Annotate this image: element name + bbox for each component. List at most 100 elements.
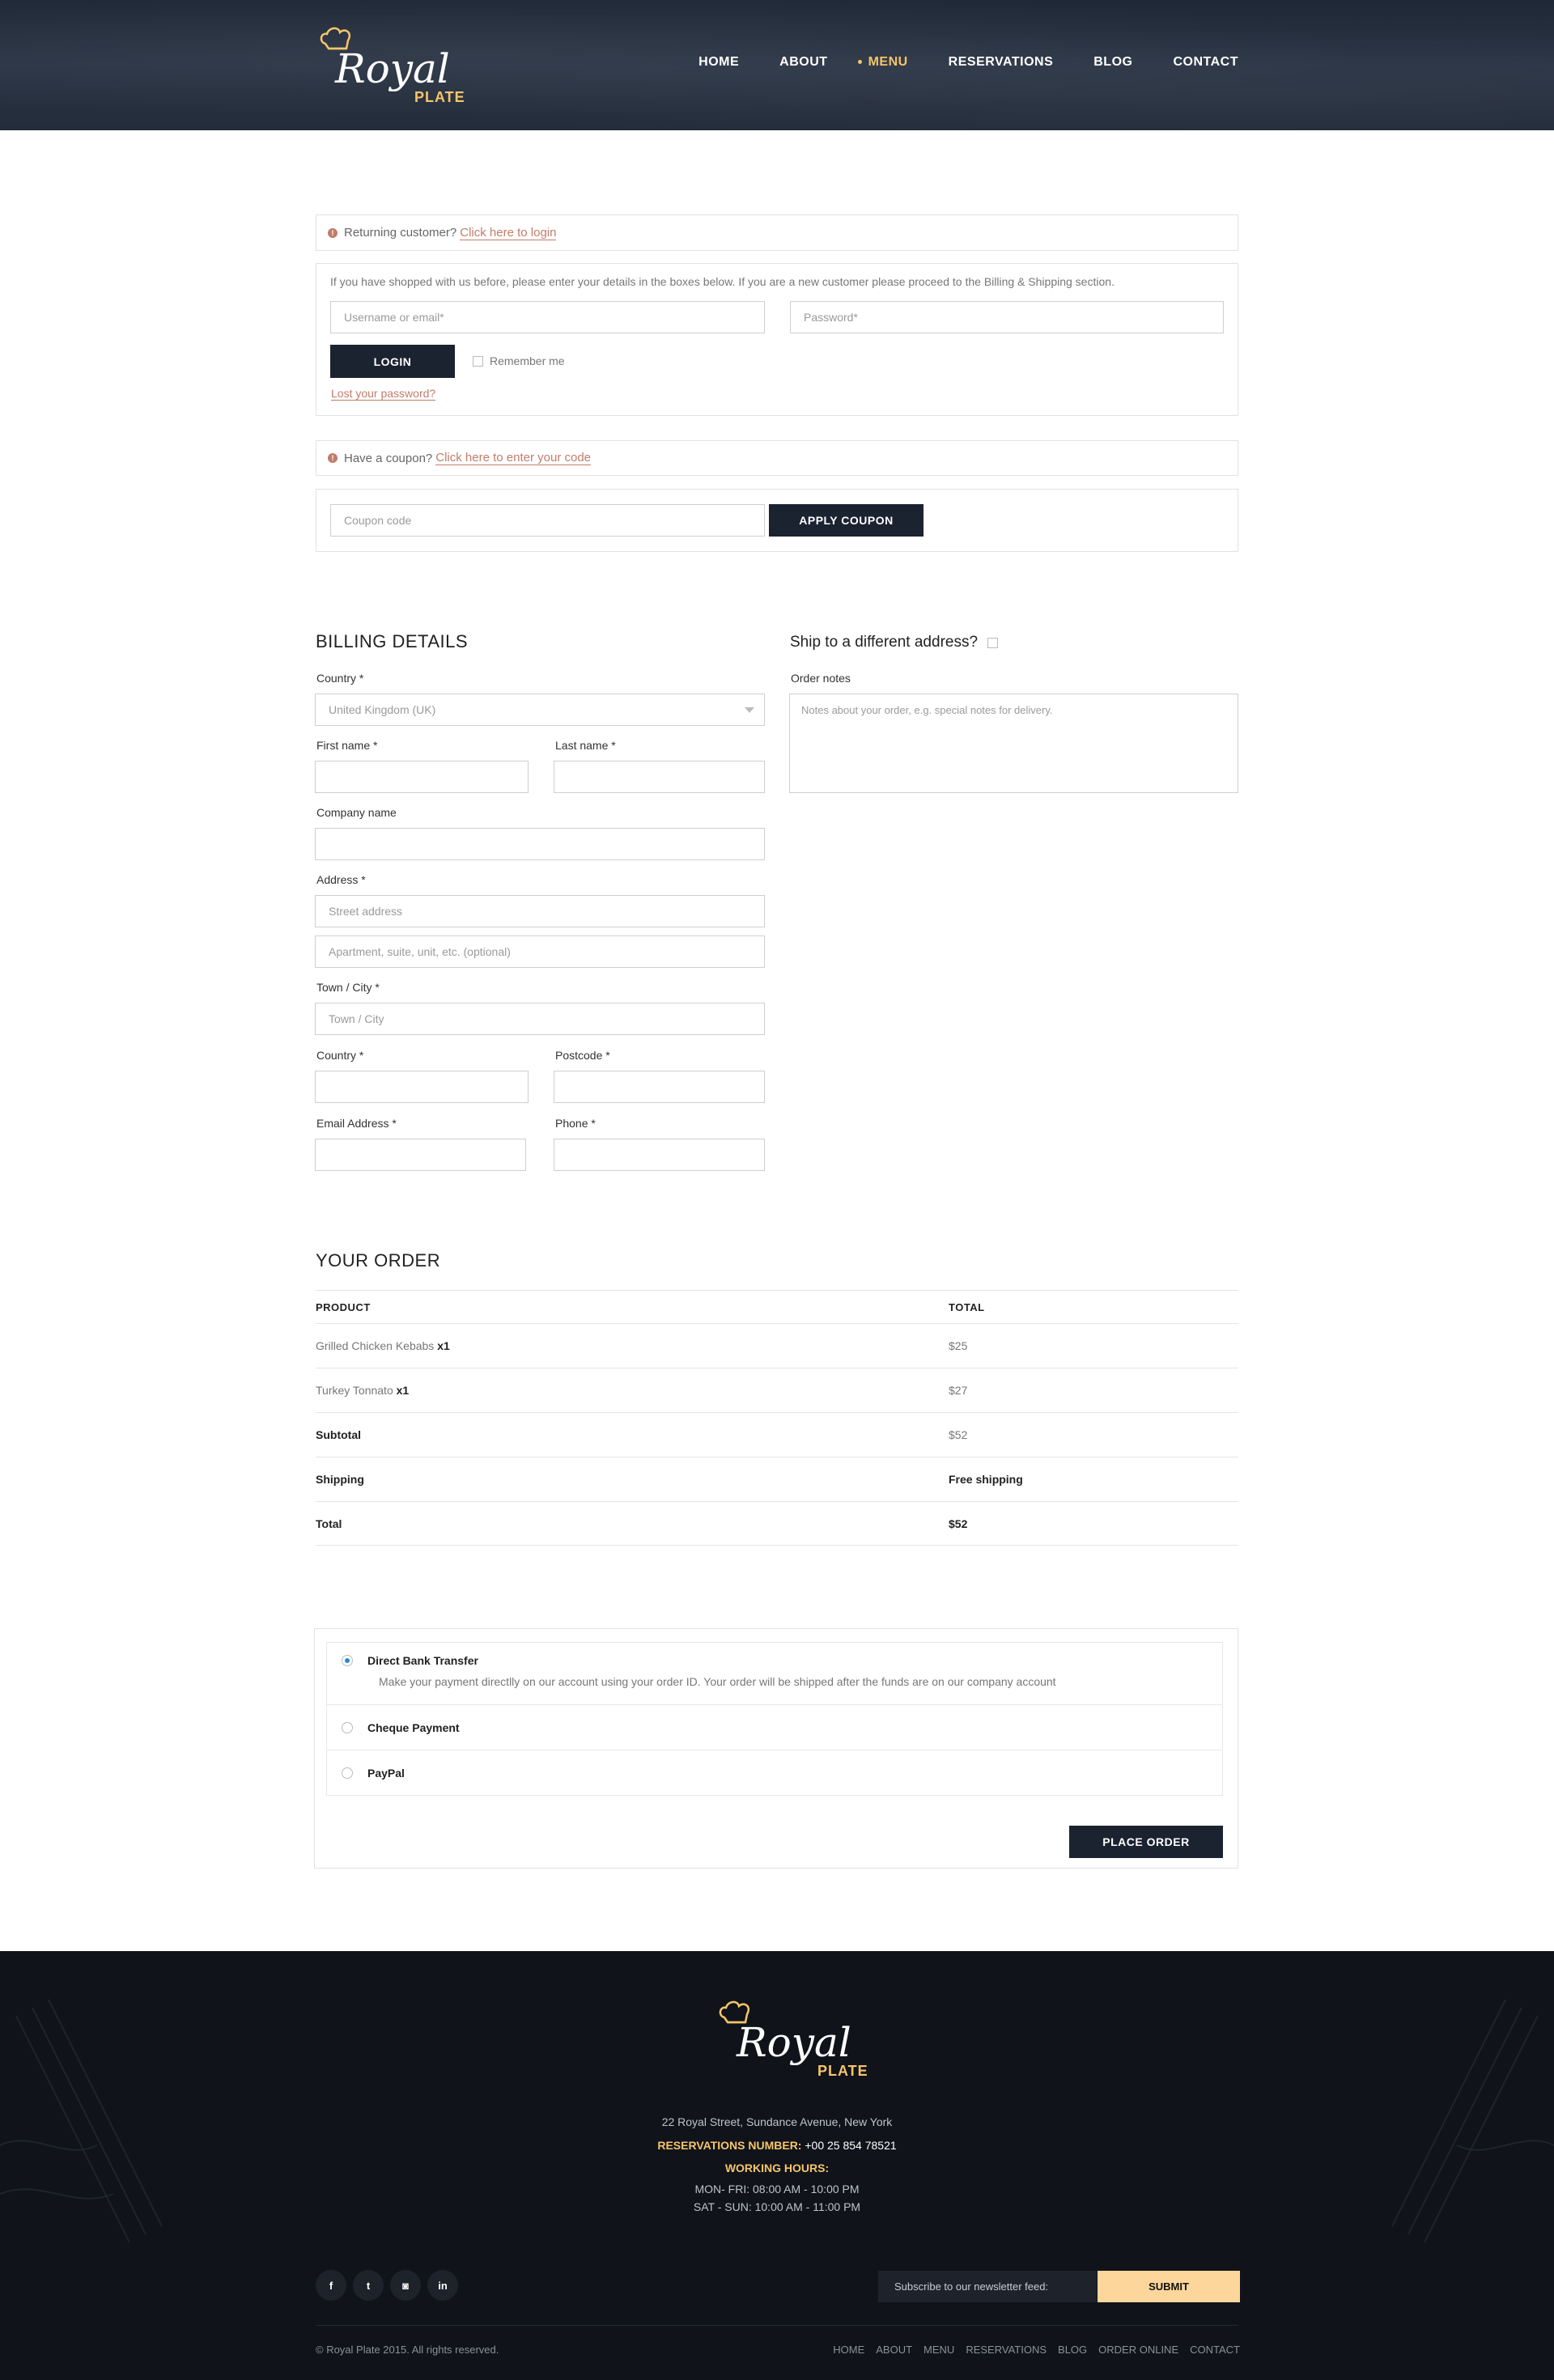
social-links: f t ◙ in [316,2270,458,2301]
main-nav: HOME ABOUT MENU RESERVATIONS BLOG CONTAC… [658,55,1238,70]
login-button[interactable]: LOGIN [330,345,455,378]
last-name-label: Last name * [555,739,616,752]
ship-different-label: Ship to a different address? [790,634,979,651]
password-input[interactable]: Password* [790,301,1224,333]
info-icon: ! [328,453,338,463]
info-icon: ! [328,227,338,238]
town-label: Town / City * [316,981,380,994]
ship-different-address[interactable]: Ship to a different address? [790,634,999,651]
country-select[interactable]: United Kingdom (UK) [315,694,765,726]
country2-input[interactable] [315,1071,529,1103]
footer-divider [316,2325,1238,2326]
linkedin-icon[interactable]: in [427,2270,458,2301]
lost-password-link[interactable]: Lost your password? [331,387,436,401]
email-input[interactable] [315,1139,526,1171]
twitter-icon[interactable]: t [353,2270,384,2301]
radio-bank[interactable] [342,1655,353,1666]
last-name-input[interactable] [554,761,765,793]
billing-title: BILLING DETAILS [316,631,469,651]
address-label: Address * [316,873,366,886]
subtotal-value: $52 [949,1428,968,1441]
country-select-value: United Kingdom (UK) [329,703,436,716]
footer-nav-about[interactable]: ABOUT [876,2344,912,2356]
login-notice-text: Returning customer? [344,226,457,240]
first-name-input[interactable] [315,761,529,793]
footer-logo[interactable]: Royal PLATE [715,2000,868,2085]
nav-menu[interactable]: MENU [857,55,908,70]
apartment-input[interactable]: Apartment, suite, unit, etc. (optional) [315,935,765,968]
payment-option-paypal[interactable]: PayPal [327,1750,1222,1795]
coupon-form: Coupon code APPLY COUPON [316,489,1238,552]
footer-nav-menu[interactable]: MENU [923,2344,954,2356]
radio-cheque[interactable] [342,1721,353,1733]
hours-label: WORKING HOURS: [724,2162,830,2174]
apply-coupon-button[interactable]: APPLY COUPON [769,504,923,537]
shipping-label: Shipping [316,1473,364,1486]
street-address-input[interactable]: Street address [315,895,765,927]
payment-option-label: Direct Bank Transfer [367,1654,478,1667]
nav-home[interactable]: HOME [698,55,739,70]
coupon-notice: ! Have a coupon? Click here to enter you… [316,440,1238,476]
login-notice-link[interactable]: Click here to login [460,226,557,240]
product-qty: x1 [437,1339,450,1352]
product-total: $25 [949,1339,968,1352]
logo[interactable]: Royal PLATE [314,24,465,109]
instagram-icon[interactable]: ◙ [390,2270,421,2301]
coupon-notice-text: Have a coupon? [344,451,433,465]
logo-plate-text: PLATE [414,89,465,105]
nav-blog[interactable]: BLOG [1093,55,1132,70]
footer-nav-home[interactable]: HOME [833,2344,864,2356]
order-notes-textarea[interactable]: Notes about your order, e.g. special not… [789,694,1238,793]
footer-address: 22 Royal Street, Sundance Avenue, New Yo… [661,2115,893,2128]
total-label: Total [316,1517,342,1530]
product-qty: x1 [396,1384,410,1397]
nav-contact[interactable]: CONTACT [1173,55,1238,70]
payment-options: Direct Bank Transfer Make your payment d… [326,1642,1223,1796]
footer-nav-blog[interactable]: BLOG [1058,2344,1087,2356]
coupon-input[interactable]: Coupon code [330,504,765,537]
postcode-label: Postcode * [555,1049,610,1062]
place-order-button[interactable]: PLACE ORDER [1069,1826,1223,1858]
order-title: YOUR ORDER [316,1250,441,1271]
first-name-label: First name * [316,739,378,752]
footer-nav-order-online[interactable]: ORDER ONLINE [1098,2344,1178,2356]
newsletter-submit-button[interactable]: SUBMIT [1098,2271,1240,2302]
payment-option-label: Cheque Payment [367,1720,460,1734]
remember-me-checkbox[interactable] [473,355,483,367]
nav-reservations[interactable]: RESERVATIONS [949,55,1054,70]
col-product: PRODUCT [316,1300,371,1313]
radio-paypal[interactable] [342,1767,353,1779]
footer-hours-weekday: MON- FRI: 08:00 AM - 10:00 PM [694,2183,860,2195]
company-input[interactable] [315,828,765,860]
footer-nav-reservations[interactable]: RESERVATIONS [966,2344,1047,2356]
town-input[interactable]: Town / City [315,1003,765,1035]
footer-nav-contact[interactable]: CONTACT [1190,2344,1240,2356]
nav-about[interactable]: ABOUT [779,55,827,70]
chevron-down-icon [745,707,754,713]
country2-label: Country * [316,1049,364,1062]
logo-royal-text: Royal [737,2019,851,2066]
ship-different-checkbox[interactable] [987,637,999,648]
payment-option-cheque[interactable]: Cheque Payment [327,1704,1222,1750]
facebook-icon[interactable]: f [316,2270,346,2301]
cutlery-decoration-icon [1392,1999,1554,2243]
login-notice: ! Returning customer? Click here to logi… [316,214,1238,251]
username-input[interactable]: Username or email* [330,301,765,333]
remember-me[interactable]: Remember me [473,354,565,367]
newsletter-input[interactable]: Subscribe to our newsletter feed: [878,2271,1097,2302]
subtotal-row: Subtotal $52 [316,1412,1238,1457]
footer-nav: HOME ABOUT MENU RESERVATIONS BLOG ORDER … [833,2344,1240,2356]
remember-me-label: Remember me [490,354,565,367]
login-form: If you have shopped with us before, plea… [316,263,1238,416]
company-label: Company name [316,806,397,819]
total-row: Total $52 [316,1501,1238,1546]
phone-input[interactable] [554,1139,765,1171]
reservations-label: RESERVATIONS NUMBER: [657,2139,802,2152]
logo-plate-text: PLATE [817,2063,868,2079]
table-row: Turkey Tonnato x1 $27 [316,1368,1238,1412]
coupon-notice-link[interactable]: Click here to enter your code [435,451,592,465]
payment-option-bank[interactable]: Direct Bank Transfer Make your payment d… [327,1643,1222,1704]
order-table-header: PRODUCT TOTAL [316,1290,1238,1323]
postcode-input[interactable] [554,1071,765,1103]
cutlery-decoration-icon [0,1999,162,2243]
